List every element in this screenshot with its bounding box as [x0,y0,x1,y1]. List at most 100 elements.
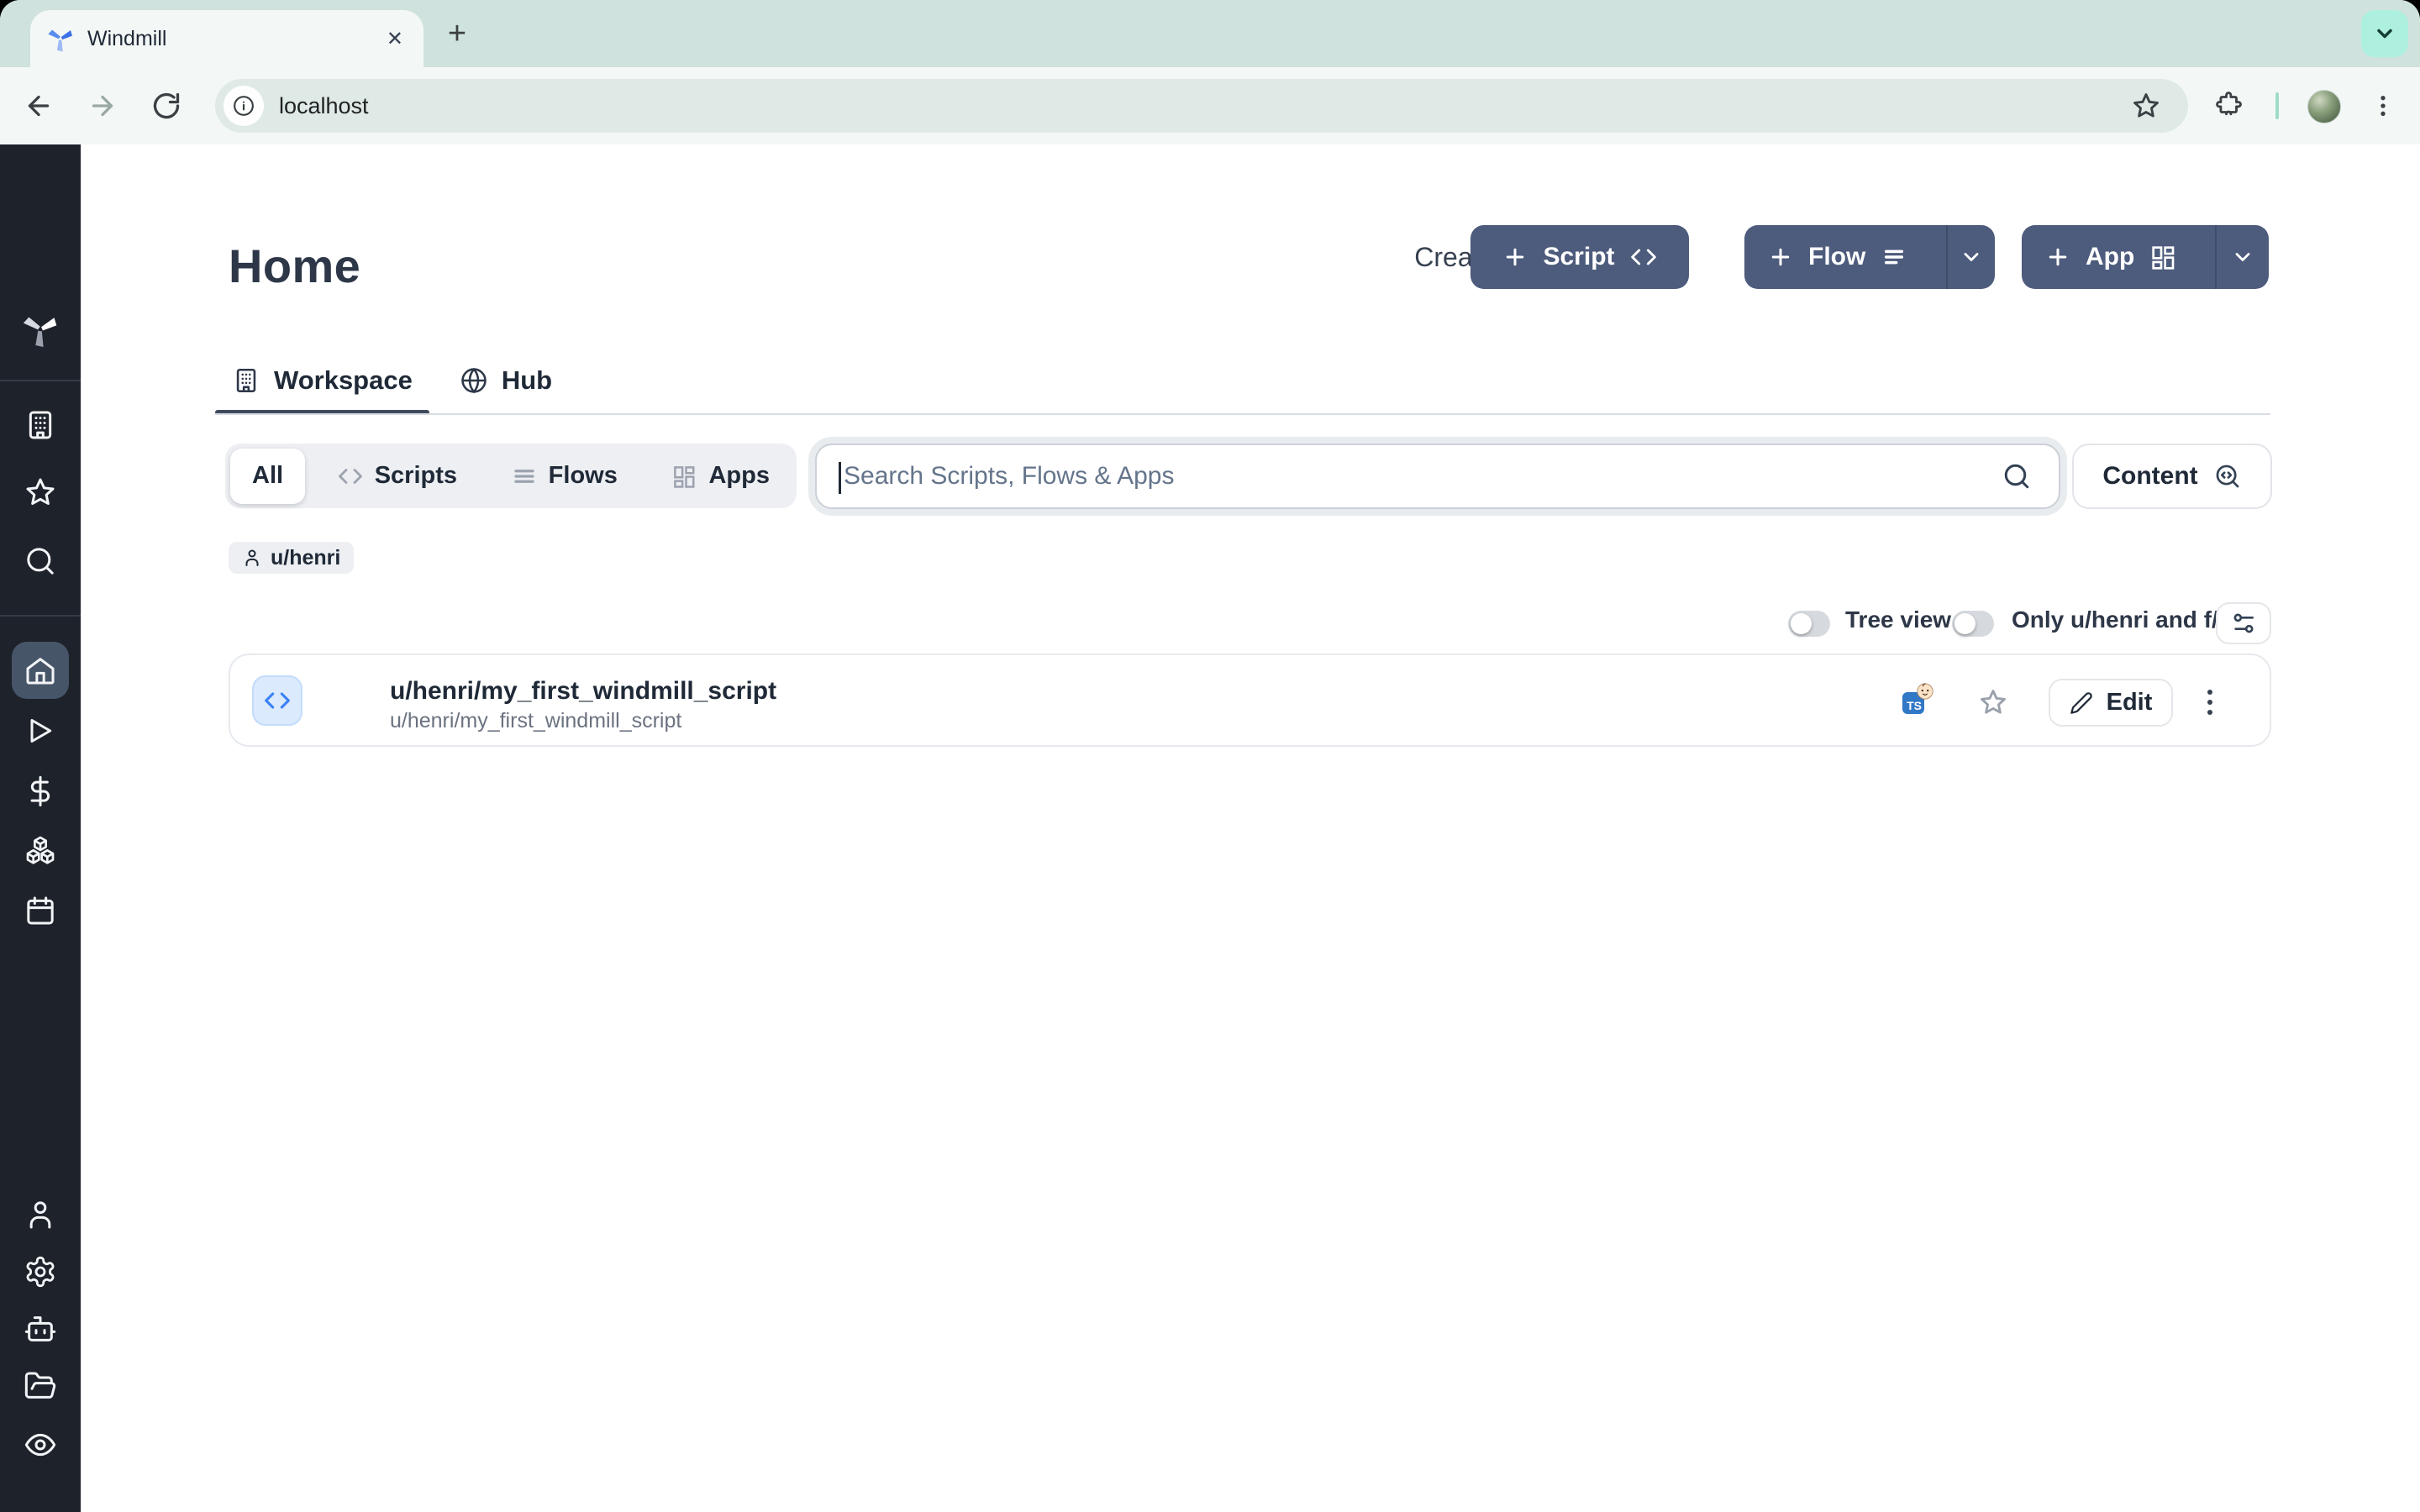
tab-hub[interactable]: Hub [443,346,569,415]
chevron-down-icon [2231,245,2254,269]
code-icon [338,464,363,489]
resources-cubes-icon[interactable] [24,833,57,867]
windmill-favicon-icon [47,25,74,52]
plus-icon [2045,244,2070,270]
building-icon [232,366,260,395]
tab-workspace[interactable]: Workspace [215,346,429,415]
folders-icon[interactable] [24,1369,57,1403]
filter-apps[interactable]: Apps [650,449,792,504]
app-sidebar [0,144,81,1512]
tab-close-icon[interactable]: ✕ [383,27,407,51]
windmill-logo-icon[interactable] [22,311,59,348]
toggle-knob [1791,613,1812,634]
content-button[interactable]: Content [2072,444,2272,509]
only-owner-label: Only u/henri and f/* [2012,606,2228,633]
filter-flows-label: Flows [549,462,618,490]
variables-dollar-icon[interactable] [24,774,57,808]
audit-logs-eye-icon[interactable] [24,1428,57,1462]
code-icon [1630,244,1657,270]
tab-hub-label: Hub [502,365,552,396]
site-info-icon[interactable] [224,86,264,126]
filter-all-label: All [252,462,283,490]
script-type-iconbox [252,675,302,726]
plus-icon [1768,244,1793,270]
kind-filter-segmented: All Scripts Flows Apps [225,444,797,508]
browser-window: Windmill ✕ + localhost [0,0,2420,1512]
browser-menu-dots-icon[interactable] [2370,91,2396,121]
sidebar-divider [0,380,81,381]
filter-flows[interactable]: Flows [490,449,639,504]
create-flow-label: Flow [1808,243,1865,271]
toolbar-separator [2275,92,2279,119]
profile-avatar[interactable] [2307,90,2341,123]
url-bar[interactable]: localhost [215,79,2188,133]
forward-icon[interactable] [87,91,118,121]
script-list-item[interactable]: u/henri/my_first_windmill_script u/henri… [229,654,2271,747]
create-app-dropdown[interactable] [2215,225,2269,289]
tab-title: Windmill [87,27,370,51]
tree-view-label: Tree view [1845,606,1951,633]
reload-icon[interactable] [151,91,182,121]
item-menu-dots[interactable] [2193,679,2227,726]
chevron-down-icon [2373,22,2396,45]
workspace-switcher-icon[interactable] [24,408,57,442]
url-text: localhost [279,93,369,119]
page-title: Home [229,239,360,293]
browser-toolbar: localhost [0,67,2420,146]
search-input[interactable] [840,460,2002,492]
toggle-knob [1954,613,1975,634]
create-app-main[interactable]: App [2022,225,2200,289]
extensions-puzzle-icon[interactable] [2215,91,2245,121]
edit-button-label: Edit [2107,689,2153,717]
search-code-icon [2213,462,2242,491]
new-tab-button[interactable]: + [437,13,477,54]
view-settings-button[interactable] [2216,602,2271,644]
view-tabs: Workspace Hub [215,346,569,415]
search-icon[interactable] [24,544,57,578]
runs-play-icon[interactable] [24,714,57,748]
code-icon [264,687,291,714]
favorite-star-icon[interactable] [1978,687,2008,717]
home-icon [24,654,57,687]
filter-scripts[interactable]: Scripts [316,449,479,504]
edit-button[interactable]: Edit [2049,679,2173,727]
owner-filter-badge[interactable]: u/henri [229,542,354,574]
content-button-label: Content [2102,462,2197,491]
browser-tab[interactable]: Windmill ✕ [30,10,424,67]
search-box [815,444,2060,509]
sliders-icon [2230,610,2257,637]
main-content: Home Create a Script Flow App [81,144,2420,1512]
filter-all[interactable]: All [230,449,305,504]
back-icon[interactable] [24,91,54,121]
sidebar-item-home[interactable] [12,642,69,699]
filter-apps-label: Apps [708,462,770,490]
pencil-icon [2070,691,2093,715]
tab-workspace-label: Workspace [274,365,413,396]
tabs-bottom-border [215,413,2270,415]
baby-emoji-icon [1916,682,1934,701]
workers-bot-icon[interactable] [24,1312,57,1346]
settings-gear-icon[interactable] [24,1255,57,1289]
search-icon[interactable] [2002,461,2032,491]
favorites-star-icon[interactable] [24,475,57,509]
window-controls-chevron-button[interactable] [2361,10,2408,57]
owner-badge-label: u/henri [271,546,340,570]
globe-icon [460,366,488,395]
create-flow-main[interactable]: Flow [1744,225,1931,289]
bookmark-star-icon[interactable] [2131,91,2161,121]
create-script-button[interactable]: Script [1470,225,1689,289]
create-app-label: App [2086,243,2134,271]
layout-grid-icon [671,464,697,489]
create-app-button[interactable]: App [2022,225,2269,289]
create-flow-button[interactable]: Flow [1744,225,1995,289]
flow-lines-icon [1881,244,1907,270]
person-icon [242,548,262,568]
create-flow-dropdown[interactable] [1946,225,1995,289]
script-title[interactable]: u/henri/my_first_windmill_script [390,677,776,706]
tree-view-toggle[interactable] [1788,611,1830,637]
sidebar-divider [0,615,81,617]
user-icon[interactable] [24,1198,57,1231]
schedules-calendar-icon[interactable] [24,894,57,927]
only-owner-toggle[interactable] [1952,611,1994,637]
text-caret [839,462,841,494]
